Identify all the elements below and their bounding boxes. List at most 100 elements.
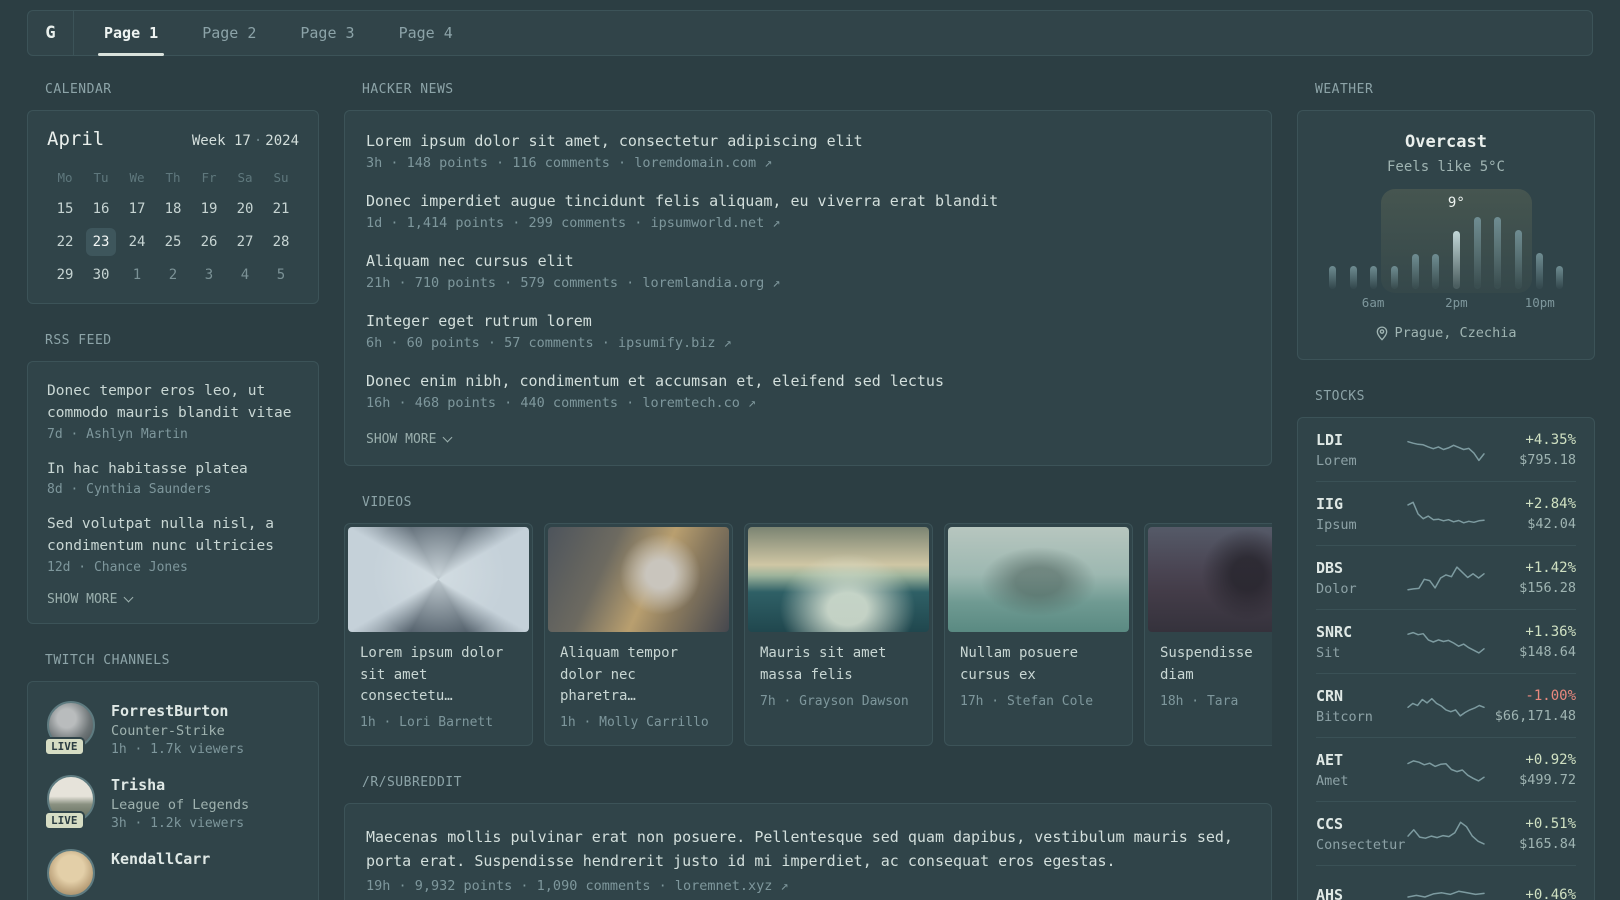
calendar-card: April Week 17 · 2024 Mo Tu We Th Fr Sa Su [27, 110, 319, 304]
hacker-news-item-title[interactable]: Integer eget rutrum lorem [366, 312, 1250, 330]
stock-symbol[interactable]: IIG [1316, 495, 1406, 513]
hacker-news-item-title[interactable]: Aliquam nec cursus elit [366, 252, 1250, 270]
hacker-news-item: Aliquam nec cursus elit 21h · 710 points… [366, 252, 1250, 291]
subreddit-post-title[interactable]: Maecenas mollis pulvinar erat non posuer… [366, 825, 1250, 873]
video-card[interactable]: Mauris sit amet massa felis 7h · Grayson… [744, 523, 933, 747]
video-card[interactable]: Aliquam tempor dolor nec pharetra… 1h · … [544, 523, 733, 747]
rss-show-more-button[interactable]: SHOW MORE [47, 592, 299, 607]
video-card[interactable]: Lorem ipsum dolor sit amet consectetu… 1… [344, 523, 533, 747]
video-thumbnail[interactable] [548, 527, 729, 632]
page-tab[interactable]: Page 2 [196, 11, 262, 55]
stock-symbol[interactable]: LDI [1316, 431, 1406, 449]
stock-symbol[interactable]: DBS [1316, 559, 1406, 577]
video-title[interactable]: Mauris sit amet massa felis [760, 643, 917, 687]
stock-symbol[interactable]: CCS [1316, 815, 1406, 833]
stock-row[interactable]: AET Amet +0.92% $499.72 [1316, 738, 1576, 802]
stock-name: Bitcorn [1316, 709, 1373, 725]
stock-name: Amet [1316, 773, 1349, 789]
calendar-day-cell: 26 [200, 233, 218, 250]
video-thumbnail[interactable] [948, 527, 1129, 632]
video-title[interactable]: Lorem ipsum dolor sit amet consectetu… [360, 643, 517, 708]
weather-section: WEATHER Overcast Feels like 5°C 9° 6am 2p… [1297, 82, 1595, 360]
subreddit-post-meta[interactable]: 19h · 9,932 points · 1,090 comments · lo… [366, 878, 1250, 894]
video-title[interactable]: Nullam posuere cursus ex [960, 643, 1117, 687]
calendar-day-cell: 20 [236, 200, 254, 217]
stock-row[interactable]: CRN Bitcorn -1.00% $66,171.48 [1316, 674, 1576, 738]
video-card[interactable]: Nullam posuere cursus ex 17h · Stefan Co… [944, 523, 1133, 747]
live-badge: LIVE [44, 810, 85, 830]
video-thumbnail[interactable] [1148, 527, 1272, 632]
stock-row[interactable]: SNRC Sit +1.36% $148.64 [1316, 610, 1576, 674]
stock-symbol[interactable]: AET [1316, 751, 1406, 769]
hacker-news-show-more-button[interactable]: SHOW MORE [366, 432, 1250, 447]
twitch-channel-row[interactable]: LIVE Trisha League of Legends 3h · 1.2k … [44, 774, 299, 831]
twitch-channel-name[interactable]: ForrestBurton [111, 702, 244, 720]
twitch-channel-row[interactable]: LIVE ForrestBurton Counter-Strike 1h · 1… [44, 700, 299, 757]
page-tab[interactable]: Page 1 [98, 11, 165, 56]
calendar-dow: Su [273, 170, 289, 185]
rss-item-title[interactable]: Sed volutpat nulla nisl, a condimentum n… [47, 514, 299, 558]
subreddit-section-title: /R/SUBREDDIT [362, 775, 462, 791]
stock-price: $156.28 [1519, 580, 1576, 596]
twitch-channel-name[interactable]: KendallCarr [111, 850, 210, 868]
weather-feels-like: Feels like 5°C [1386, 159, 1505, 175]
video-thumbnail[interactable] [348, 527, 529, 632]
hacker-news-item-title[interactable]: Lorem ipsum dolor sit amet, consectetur … [366, 132, 1250, 150]
stock-sparkline [1406, 688, 1486, 724]
stock-sparkline [1406, 496, 1486, 532]
video-title[interactable]: Suspendisse diam [1160, 643, 1272, 687]
stock-symbol[interactable]: SNRC [1316, 623, 1406, 641]
stocks-section: STOCKS LDI Lorem +4.35% $795.18 IIG Ipsu… [1297, 389, 1595, 900]
calendar-day-cell: 29 [56, 266, 74, 283]
stock-row[interactable]: LDI Lorem +4.35% $795.18 [1316, 418, 1576, 482]
stock-name: Lorem [1316, 453, 1357, 469]
subreddit-section: /R/SUBREDDIT Maecenas mollis pulvinar er… [344, 775, 1272, 900]
twitch-card: LIVE ForrestBurton Counter-Strike 1h · 1… [27, 680, 319, 900]
hacker-news-item-meta[interactable]: 1d · 1,414 points · 299 comments · ipsum… [366, 215, 1250, 231]
twitch-section: TWITCH CHANNELS LIVE ForrestBurton Count… [27, 653, 319, 900]
calendar-day-grid: 15 16 17 18 19 20 21 22 23 24 25 26 27 2… [47, 193, 299, 290]
stock-symbol[interactable]: CRN [1316, 687, 1406, 705]
video-thumbnail[interactable] [748, 527, 929, 632]
weather-condition: Overcast [1405, 132, 1487, 152]
chevron-down-icon [443, 432, 453, 443]
rss-item-title[interactable]: In hac habitasse platea [47, 459, 299, 481]
stock-price: $795.18 [1519, 452, 1576, 468]
video-title[interactable]: Aliquam tempor dolor nec pharetra… [560, 643, 717, 708]
stock-price: $148.64 [1519, 644, 1576, 660]
stock-row[interactable]: DBS Dolor +1.42% $156.28 [1316, 546, 1576, 610]
rss-item-title[interactable]: Donec tempor eros leo, ut commodo mauris… [47, 381, 299, 425]
rss-card: Donec tempor eros leo, ut commodo mauris… [27, 361, 319, 624]
hacker-news-item-meta[interactable]: 16h · 468 points · 440 comments · loremt… [366, 395, 1250, 411]
stocks-section-title: STOCKS [1315, 389, 1365, 404]
page-tab[interactable]: Page 4 [393, 11, 459, 55]
twitch-channel-row[interactable]: KendallCarr [47, 848, 299, 897]
hacker-news-item-meta[interactable]: 6h · 60 points · 57 comments · ipsumify.… [366, 335, 1250, 351]
videos-section-title: VIDEOS [362, 495, 412, 510]
hacker-news-item-title[interactable]: Donec imperdiet augue tincidunt felis al… [366, 192, 1250, 210]
stock-symbol[interactable]: AHS [1316, 886, 1406, 900]
rss-list: Donec tempor eros leo, ut commodo mauris… [47, 381, 299, 575]
twitch-section-title: TWITCH CHANNELS [45, 652, 170, 668]
hacker-news-item-meta[interactable]: 3h · 148 points · 116 comments · loremdo… [366, 155, 1250, 171]
stock-row[interactable]: AHS +0.46% [1316, 866, 1576, 900]
weather-card: Overcast Feels like 5°C 9° 6am 2pm 10pm Pr… [1297, 110, 1595, 360]
videos-section: VIDEOS Lorem ipsum dolor sit amet consec… [344, 495, 1272, 747]
hacker-news-section-title: HACKER NEWS [362, 82, 454, 97]
twitch-channel-meta: 1h · 1.7k viewers [111, 741, 245, 757]
hacker-news-item-title[interactable]: Donec enim nibh, condimentum et accumsan… [366, 372, 1250, 390]
video-card[interactable]: Suspendisse diam 18h · Tara [1144, 523, 1272, 747]
rss-item: Donec tempor eros leo, ut commodo mauris… [47, 381, 299, 442]
calendar-section: CALENDAR April Week 17 · 2024 Mo Tu We Th Fr Sa… [27, 82, 319, 304]
hacker-news-item-meta[interactable]: 21h · 710 points · 579 comments · loreml… [366, 275, 1250, 291]
rss-item: Sed volutpat nulla nisl, a condimentum n… [47, 514, 299, 575]
twitch-channel-name[interactable]: Trisha [111, 776, 249, 794]
page-tabs: Page 1 Page 2 Page 3 Page 4 [74, 11, 475, 56]
calendar-dow: Tu [93, 170, 109, 185]
hacker-news-item: Integer eget rutrum lorem 6h · 60 points… [366, 312, 1250, 351]
rss-item-meta: 7d · Ashlyn Martin [47, 426, 188, 442]
weather-current-temp: 9° [1447, 195, 1465, 211]
stock-row[interactable]: IIG Ipsum +2.84% $42.04 [1316, 482, 1576, 546]
page-tab[interactable]: Page 3 [294, 11, 360, 55]
stock-row[interactable]: CCS Consectetur +0.51% $165.84 [1316, 802, 1576, 866]
